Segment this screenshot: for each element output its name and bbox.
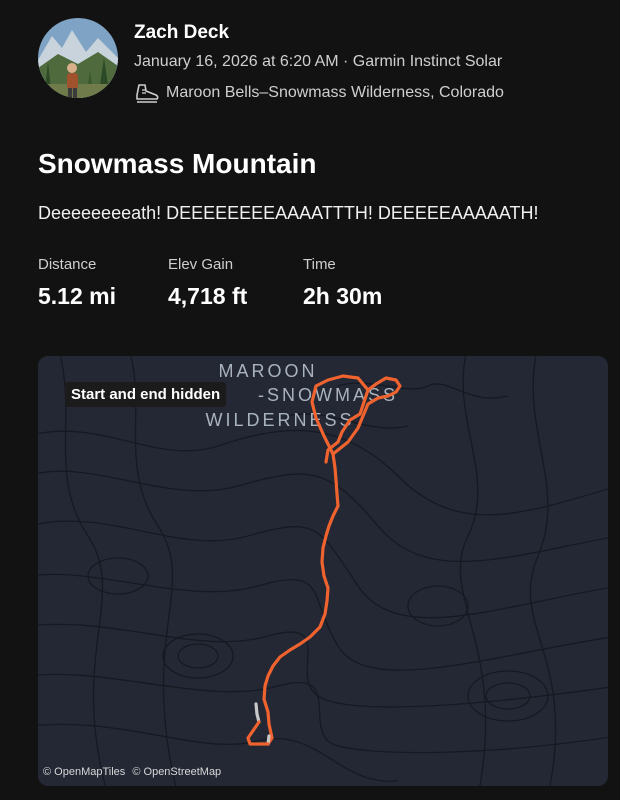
stat-label: Distance [38, 256, 97, 273]
stat-value: 4,718 ft [168, 283, 248, 309]
stat-label: Elev Gain [168, 256, 234, 273]
map-canvas: MAROON -SNOWMASS WILDERNESS [38, 356, 608, 786]
activity-date-device: January 16, 2026 at 6:20 AM · Garmin Ins… [134, 53, 503, 70]
athlete-name[interactable]: Zach Deck [134, 22, 229, 44]
attribution-openmaptiles[interactable]: © OpenMapTiles [43, 766, 125, 778]
route-hidden-segment-start [254, 702, 261, 724]
activity-title[interactable]: Snowmass Mountain [38, 148, 316, 180]
map-area-label-line2: -SNOWMASS [258, 385, 398, 405]
route-map[interactable]: MAROON -SNOWMASS WILDERNESS Start and en… [38, 356, 608, 786]
map-area-label-line3: WILDERNESS [205, 410, 354, 430]
stat-distance: Distance 5.12 mi [38, 256, 116, 310]
activity-description: Deeeeeeeeath! DEEEEEEEEAAAATTTH! DEEEEEA… [38, 203, 539, 223]
stat-label: Time [303, 256, 336, 273]
hiking-shoe-icon [136, 84, 159, 103]
map-area-label-line1: MAROON [219, 361, 318, 381]
map-attribution: © OpenMapTiles © OpenStreetMap [43, 766, 225, 778]
stat-value: 5.12 mi [38, 283, 116, 309]
activity-location: Maroon Bells–Snowmass Wilderness, Colora… [134, 82, 504, 104]
stat-value: 2h 30m [303, 283, 383, 309]
activity-stats: Distance 5.12 mi Elev Gain 4,718 ft Time… [38, 256, 598, 316]
start-end-hidden-badge: Start and end hidden [65, 382, 227, 407]
avatar[interactable] [38, 18, 118, 98]
attribution-openstreetmap[interactable]: © OpenStreetMap [132, 766, 221, 778]
activity-header: Zach Deck January 16, 2026 at 6:20 AM · … [38, 18, 598, 108]
stat-elev-gain: Elev Gain 4,718 ft [168, 256, 247, 310]
stat-time: Time 2h 30m [303, 256, 382, 310]
location-text: Maroon Bells–Snowmass Wilderness, Colora… [166, 84, 504, 101]
